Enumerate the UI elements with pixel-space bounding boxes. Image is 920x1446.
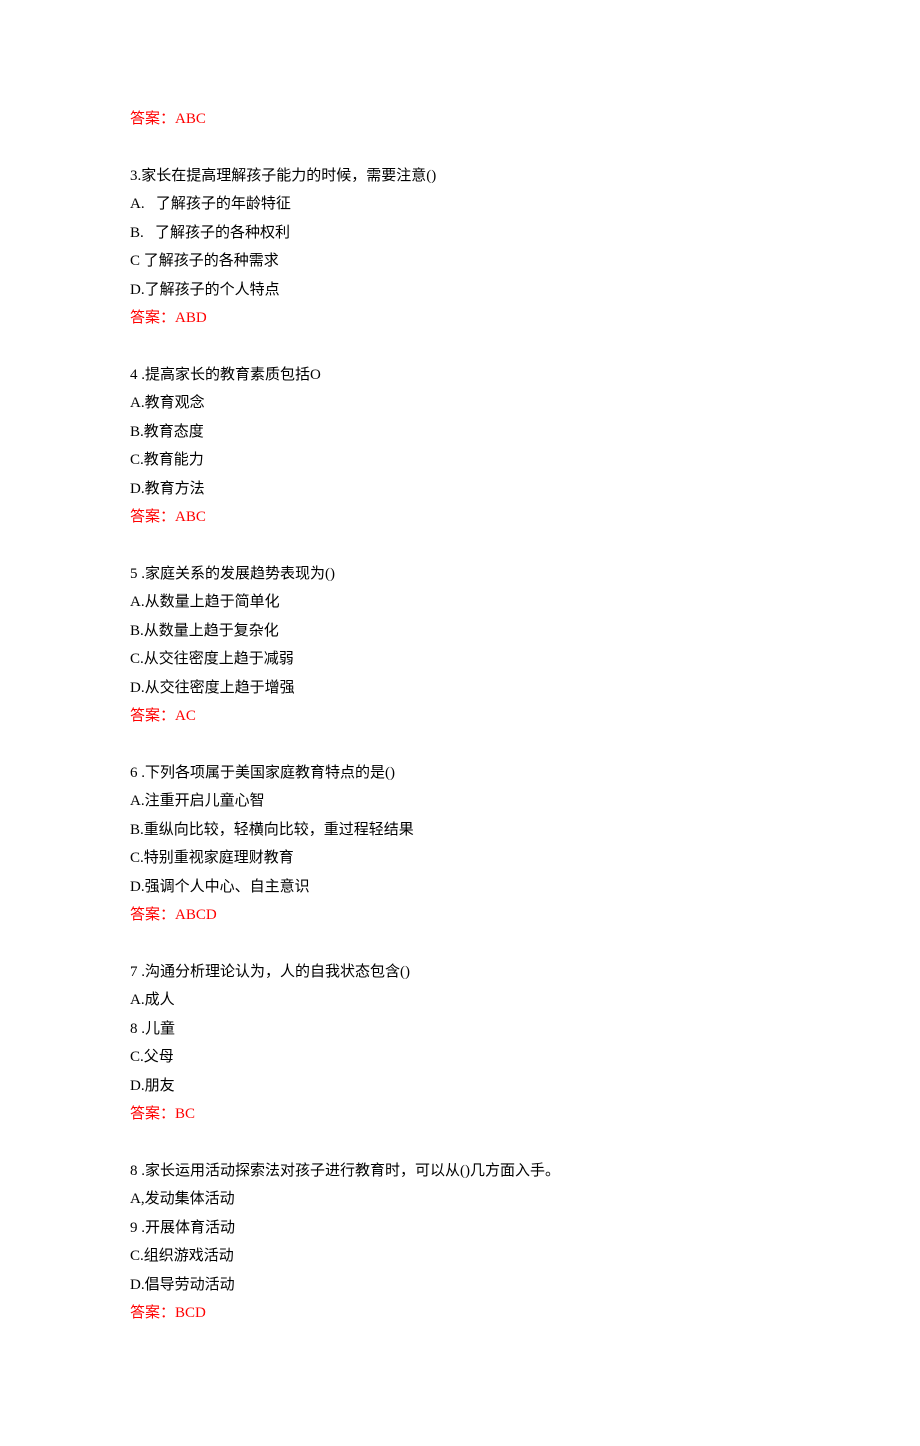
question-3: 3.家长在提高理解孩子能力的时候，需要注意() A. 了解孩子的年龄特征 B. … (130, 162, 790, 333)
answer: 答案：ABCD (130, 901, 790, 930)
answer: 答案：ABD (130, 304, 790, 333)
question-text: 7 .沟通分析理论认为，人的自我状态包含() (130, 958, 790, 987)
answer: 答案：ABC (130, 503, 790, 532)
option-a: A.教育观念 (130, 389, 790, 418)
question-text: 3.家长在提高理解孩子能力的时候，需要注意() (130, 162, 790, 191)
question-text: 5 .家庭关系的发展趋势表现为() (130, 560, 790, 589)
question-text: 4 .提高家长的教育素质包括O (130, 361, 790, 390)
option-d: D.强调个人中心、自主意识 (130, 873, 790, 902)
top-answer: 答案：ABC (130, 105, 790, 134)
question-4: 4 .提高家长的教育素质包括O A.教育观念 B.教育态度 C.教育能力 D.教… (130, 361, 790, 532)
question-7: 7 .沟通分析理论认为，人的自我状态包含() A.成人 8 .儿童 C.父母 D… (130, 958, 790, 1129)
option-d: D.从交往密度上趋于增强 (130, 674, 790, 703)
option-d: D.朋友 (130, 1072, 790, 1101)
option-c: C 了解孩子的各种需求 (130, 247, 790, 276)
question-text: 6 .下列各项属于美国家庭教育特点的是() (130, 759, 790, 788)
option-c: C.特别重视家庭理财教育 (130, 844, 790, 873)
option-a: A.注重开启儿童心智 (130, 787, 790, 816)
option-c: C.父母 (130, 1043, 790, 1072)
page-content: 答案：ABC 3.家长在提高理解孩子能力的时候，需要注意() A. 了解孩子的年… (0, 0, 920, 1446)
option-a: A,发动集体活动 (130, 1185, 790, 1214)
answer: 答案：BC (130, 1100, 790, 1129)
option-b: B.教育态度 (130, 418, 790, 447)
option-d: D.了解孩子的个人特点 (130, 276, 790, 305)
option-c: C.教育能力 (130, 446, 790, 475)
option-b: B.重纵向比较，轻横向比较，重过程轻结果 (130, 816, 790, 845)
option-d: D.倡导劳动活动 (130, 1271, 790, 1300)
option-a: A.从数量上趋于简单化 (130, 588, 790, 617)
option-a: A. 了解孩子的年龄特征 (130, 190, 790, 219)
answer: 答案：BCD (130, 1299, 790, 1328)
option-b: 9 .开展体育活动 (130, 1214, 790, 1243)
option-b: B.从数量上趋于复杂化 (130, 617, 790, 646)
question-6: 6 .下列各项属于美国家庭教育特点的是() A.注重开启儿童心智 B.重纵向比较… (130, 759, 790, 930)
question-text: 8 .家长运用活动探索法对孩子进行教育时，可以从()几方面入手。 (130, 1157, 790, 1186)
option-b: B. 了解孩子的各种权利 (130, 219, 790, 248)
option-d: D.教育方法 (130, 475, 790, 504)
option-b: 8 .儿童 (130, 1015, 790, 1044)
option-a: A.成人 (130, 986, 790, 1015)
question-8: 8 .家长运用活动探索法对孩子进行教育时，可以从()几方面入手。 A,发动集体活… (130, 1157, 790, 1328)
option-c: C.组织游戏活动 (130, 1242, 790, 1271)
question-5: 5 .家庭关系的发展趋势表现为() A.从数量上趋于简单化 B.从数量上趋于复杂… (130, 560, 790, 731)
option-c: C.从交往密度上趋于减弱 (130, 645, 790, 674)
answer: 答案：AC (130, 702, 790, 731)
